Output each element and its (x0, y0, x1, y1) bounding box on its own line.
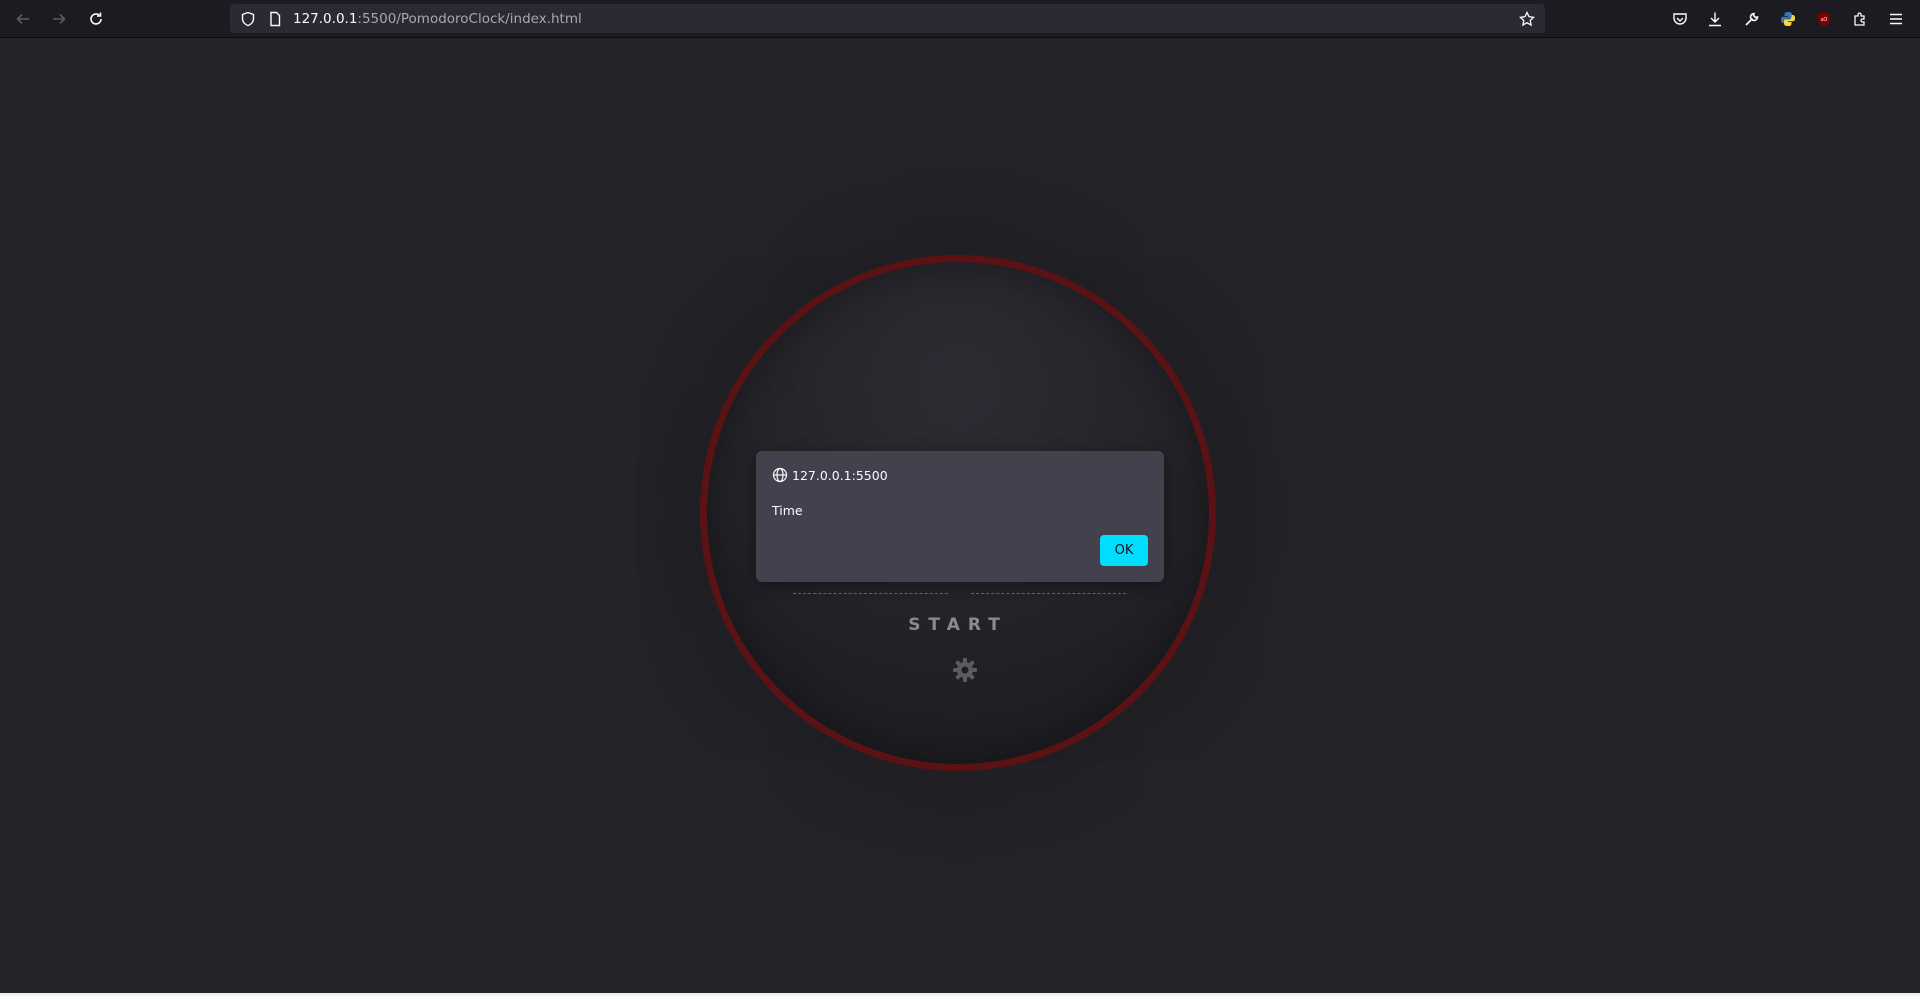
reload-button[interactable] (84, 7, 108, 31)
browser-toolbar: 127.0.0.1:5500/PomodoroClock/index.html … (0, 0, 1920, 38)
dialog-origin: 127.0.0.1:5500 (792, 468, 888, 483)
downloads-button[interactable] (1705, 9, 1725, 29)
dialog-message: Time (772, 503, 803, 518)
python-extension-button[interactable] (1778, 9, 1798, 29)
url-path: :5500/PomodoroClock/index.html (357, 11, 582, 27)
pocket-icon (1673, 13, 1687, 25)
divider-right (971, 593, 1126, 594)
back-arrow-icon (16, 13, 29, 25)
start-button[interactable]: START (707, 615, 1209, 635)
forward-arrow-icon (53, 13, 66, 25)
python-icon (1781, 12, 1795, 26)
extensions-button[interactable] (1850, 9, 1870, 29)
ublock-button[interactable]: uO (1814, 9, 1834, 29)
shield-icon[interactable] (240, 11, 256, 27)
gear-icon[interactable] (951, 656, 979, 684)
wrench-icon (1745, 12, 1759, 26)
alert-dialog: 127.0.0.1:5500 Time OK (756, 451, 1164, 582)
bookmark-star-icon[interactable] (1519, 11, 1535, 27)
page-icon[interactable] (267, 11, 283, 27)
divider-left (793, 593, 948, 594)
reload-icon (90, 12, 102, 25)
url-text[interactable]: 127.0.0.1:5500/PomodoroClock/index.html (293, 11, 582, 27)
forward-button[interactable] (47, 7, 71, 31)
puzzle-icon (1854, 12, 1865, 26)
ok-button[interactable]: OK (1100, 535, 1148, 566)
ublock-origin-icon: uO (1818, 12, 1830, 26)
globe-icon (772, 467, 788, 483)
url-bar[interactable]: 127.0.0.1:5500/PomodoroClock/index.html (230, 4, 1545, 33)
back-button[interactable] (11, 7, 35, 31)
app-menu-button[interactable] (1886, 9, 1906, 29)
download-icon (1709, 12, 1721, 27)
hamburger-menu-icon (1890, 13, 1902, 25)
devtools-button[interactable] (1742, 9, 1762, 29)
timer-display: 00:00 (707, 412, 1209, 442)
url-host: 127.0.0.1 (293, 11, 358, 27)
pocket-button[interactable] (1670, 9, 1690, 29)
svg-text:uO: uO (1821, 17, 1828, 23)
